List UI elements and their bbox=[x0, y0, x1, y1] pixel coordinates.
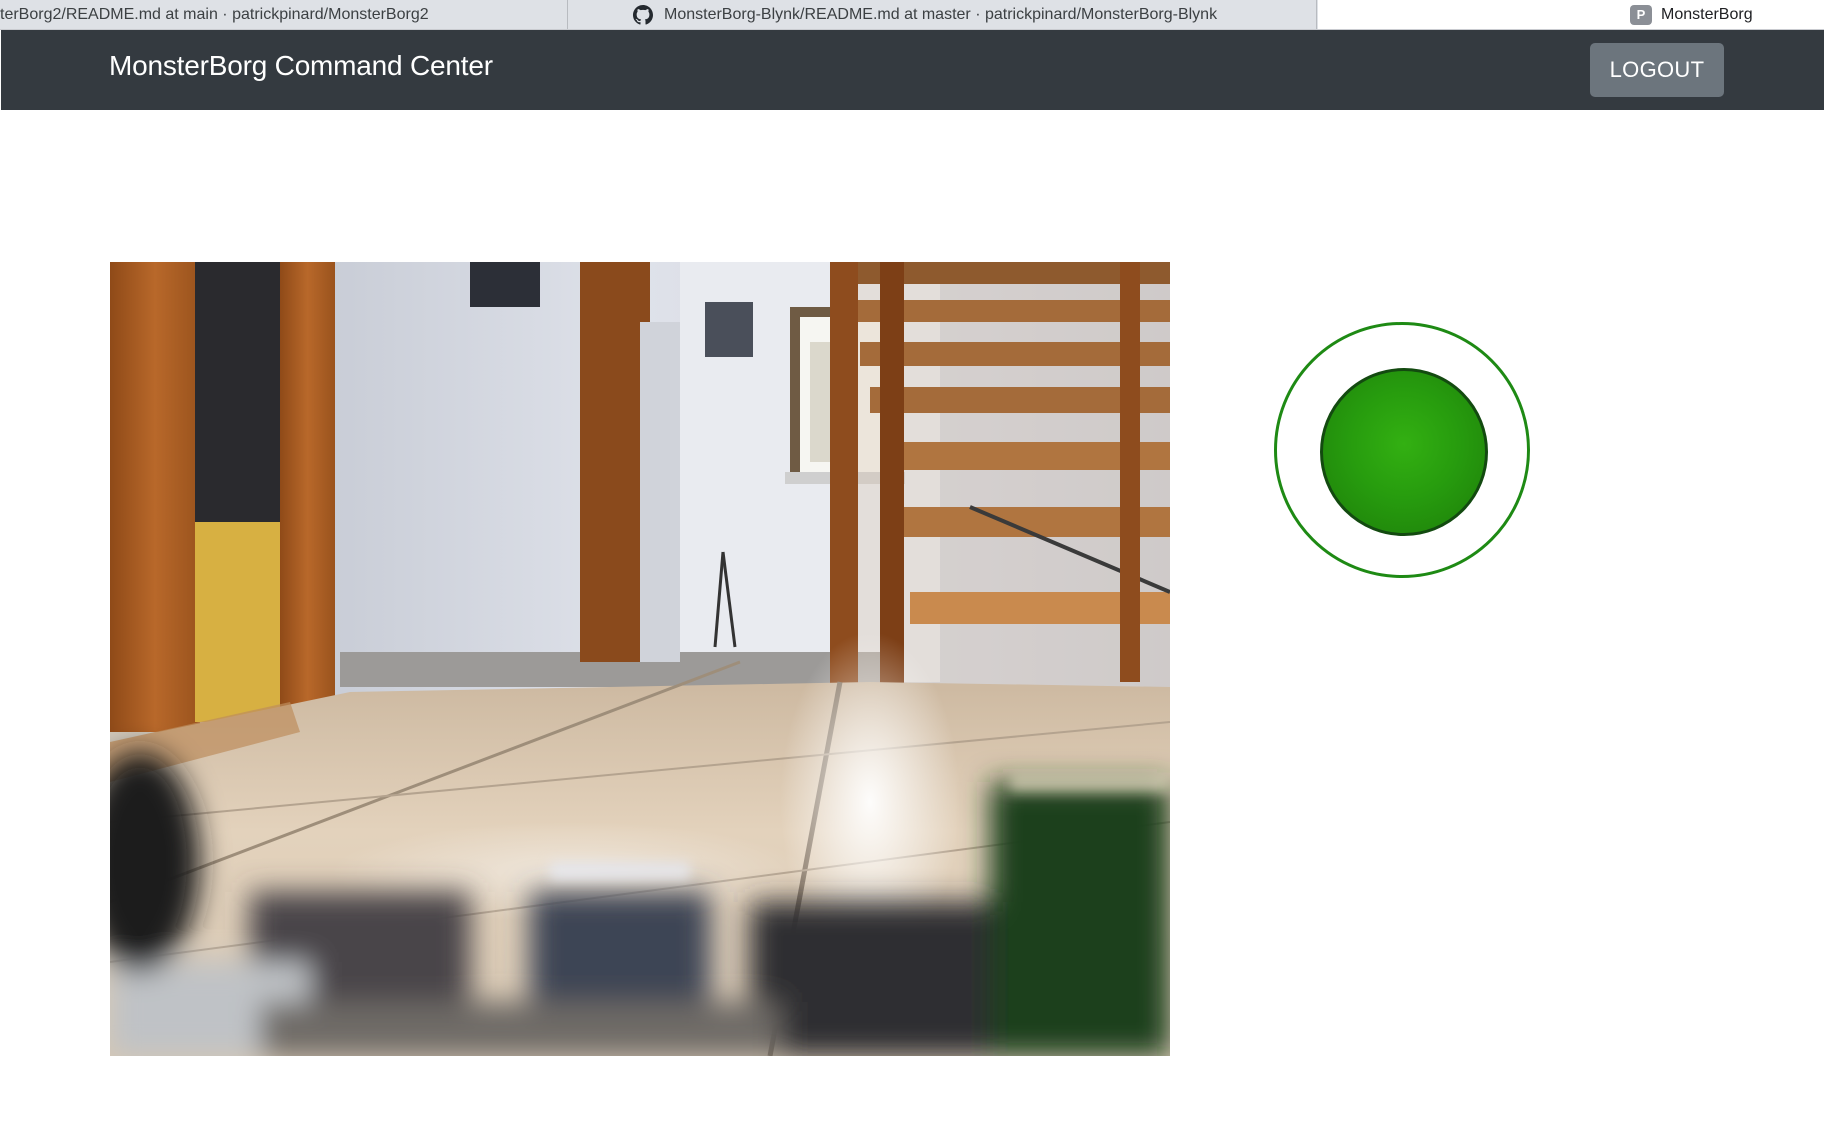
logout-button[interactable]: LOGOUT bbox=[1590, 43, 1724, 97]
browser-tab-monsterborg-blynk-readme[interactable]: MonsterBorg-Blynk/README.md at master · … bbox=[567, 0, 1317, 29]
tab-title: MonsterBorg bbox=[1661, 5, 1753, 23]
tab-title: MonsterBorg-Blynk/README.md at master · … bbox=[664, 5, 1218, 23]
joystick-knob[interactable] bbox=[1320, 368, 1488, 536]
browser-tab-monsterborg2-readme[interactable]: terBorg2/README.md at main · patrickpina… bbox=[0, 0, 566, 29]
navbar: MonsterBorg Command Center LOGOUT bbox=[1, 30, 1824, 110]
joystick-base[interactable] bbox=[1274, 322, 1530, 578]
navbar-brand[interactable]: MonsterBorg Command Center bbox=[109, 50, 493, 82]
tab-title: terBorg2/README.md at main · patrickpina… bbox=[0, 5, 429, 23]
p-favicon-icon: P bbox=[1630, 4, 1652, 25]
browser-tab-monsterborg-active[interactable]: P MonsterBorg bbox=[1318, 0, 1824, 29]
camera-stream-image bbox=[110, 262, 1170, 1056]
browser-tab-strip: terBorg2/README.md at main · patrickpina… bbox=[0, 0, 1824, 30]
camera-stream bbox=[110, 262, 1170, 1056]
github-icon bbox=[633, 4, 653, 25]
